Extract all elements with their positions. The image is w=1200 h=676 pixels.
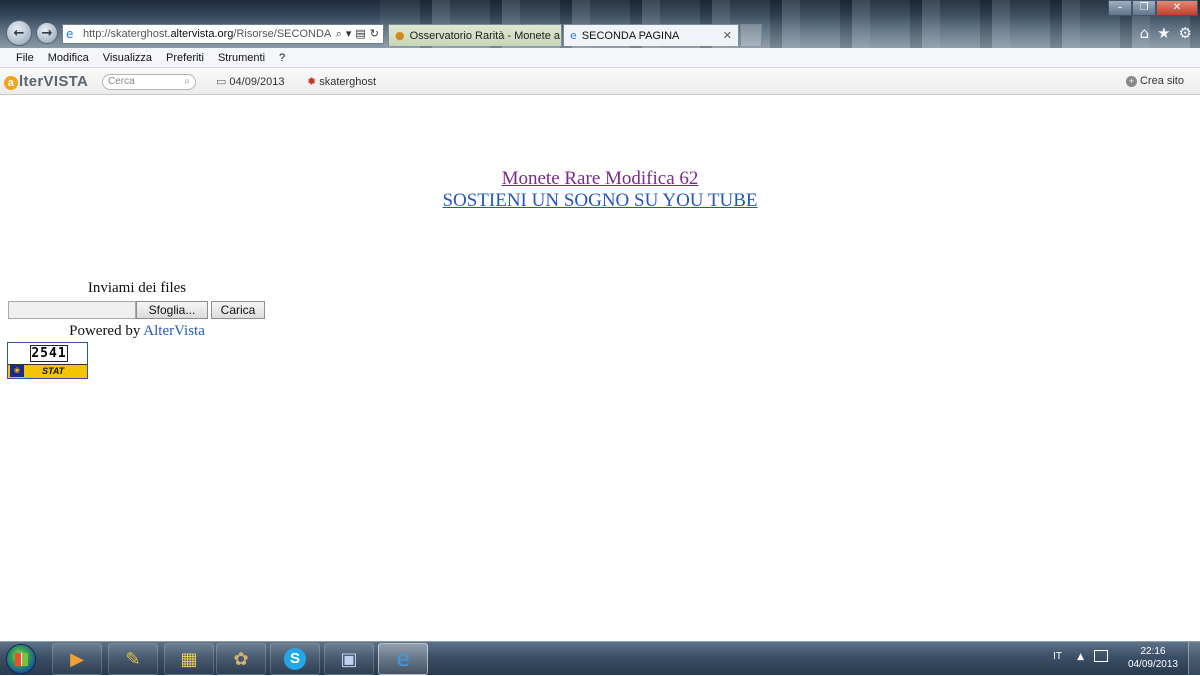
- clock-time: 22:16: [1140, 646, 1166, 657]
- search-placeholder: Cerca: [108, 76, 135, 87]
- menu-item-modifica[interactable]: Modifica: [48, 52, 89, 64]
- menu-bar: File Modifica Visualizza Preferiti Strum…: [0, 48, 1200, 68]
- stat-counter-badge[interactable]: 2541 ❀ STAT: [7, 342, 88, 379]
- window-controls: – ❐ ✕: [1108, 0, 1198, 16]
- skype-taskbar-button[interactable]: S: [270, 643, 320, 675]
- date-text: 04/09/2013: [229, 76, 285, 88]
- language-indicator[interactable]: IT: [1053, 651, 1062, 662]
- page-content: Monete Rare Modifica 62 SOSTIENI UN SOGN…: [0, 96, 1200, 641]
- palette-icon: ✿: [233, 648, 249, 670]
- center-links: Monete Rare Modifica 62 SOSTIENI UN SOGN…: [0, 168, 1200, 212]
- paint-taskbar-button[interactable]: ✎: [108, 643, 158, 675]
- site-favicon-icon: ●: [395, 29, 405, 42]
- upload-title: Inviami dei files: [87, 280, 187, 296]
- internet-explorer-taskbar-button[interactable]: e: [378, 643, 428, 675]
- user-bug-icon: ✹: [307, 75, 317, 88]
- ie-page-icon: e: [570, 29, 577, 42]
- search-icon[interactable]: ⌕: [336, 27, 342, 41]
- file-path-field[interactable]: [8, 301, 136, 319]
- tab-label: SECONDA PAGINA: [581, 29, 680, 42]
- url-suffix: /Risorse/SECONDA: [233, 28, 332, 40]
- tab-osservatorio[interactable]: ● Osservatorio Rarità - Monete a ...: [388, 24, 562, 46]
- ie-page-icon: e: [66, 27, 74, 41]
- browse-button[interactable]: Sfoglia...: [136, 301, 208, 319]
- menu-item-strumenti[interactable]: Strumenti: [218, 52, 265, 64]
- upload-button[interactable]: Carica: [211, 301, 265, 319]
- logo-text: lterVISTA: [19, 73, 89, 90]
- close-tab-icon[interactable]: ✕: [723, 29, 732, 42]
- logo-letter: a: [4, 76, 18, 90]
- create-site-label: Crea sito: [1139, 75, 1184, 87]
- tab-seconda-pagina[interactable]: e SECONDA PAGINA ✕: [563, 24, 739, 46]
- upload-form: Inviami dei files Sfoglia... Carica Powe…: [8, 280, 266, 340]
- browser-command-icons: ⌂ ★ ⚙: [1140, 24, 1192, 42]
- paw-icon: ❀: [10, 365, 24, 377]
- username-text: skaterghost: [319, 76, 377, 88]
- powered-by: Powered by AlterVista: [8, 323, 266, 340]
- plus-icon: +: [1125, 76, 1137, 87]
- paint-brush-icon: ✎: [125, 648, 141, 670]
- game-icon: ▣: [340, 648, 358, 670]
- powered-prefix: Powered by: [69, 323, 144, 339]
- media-player-taskbar-button[interactable]: ▶: [52, 643, 102, 675]
- stat-strip: ❀ STAT: [8, 364, 87, 378]
- stat-label: STAT: [42, 366, 65, 376]
- menu-item-preferiti[interactable]: Preferiti: [166, 52, 204, 64]
- tab-label: Osservatorio Rarità - Monete a ...: [409, 29, 562, 42]
- folder-icon: ▦: [180, 648, 198, 670]
- new-tab-button[interactable]: [740, 24, 762, 46]
- forward-arrow-icon: →: [41, 25, 53, 41]
- url-domain: altervista.org: [170, 28, 234, 40]
- toolbar-date: ▭ 04/09/2013: [216, 75, 284, 88]
- monete-rare-link[interactable]: Monete Rare Modifica 62: [0, 168, 1200, 190]
- youtube-link[interactable]: SOSTIENI UN SOGNO SU YOU TUBE: [0, 190, 1200, 212]
- start-button[interactable]: [6, 644, 36, 674]
- internet-explorer-icon: e: [396, 646, 410, 672]
- back-button[interactable]: ←: [6, 20, 32, 46]
- upload-row: Sfoglia... Carica: [8, 301, 266, 319]
- back-arrow-icon: ←: [13, 25, 25, 41]
- url-prefix: http://skaterghost.: [83, 28, 171, 40]
- altervista-toolbar: a lterVISTA Cerca ⌕ ▭ 04/09/2013 ✹ skatergh…: [0, 68, 1200, 95]
- compatibility-view-icon[interactable]: ▤: [355, 27, 365, 41]
- address-bar[interactable]: e http://skaterghost.altervista.org/Riso…: [62, 24, 384, 44]
- menu-item-help[interactable]: ?: [279, 52, 285, 64]
- clock-date: 04/09/2013: [1127, 659, 1178, 670]
- close-window-button[interactable]: ✕: [1156, 0, 1198, 16]
- windows-taskbar: ▶ ✎ ▦ ✿ S ▣ e IT ▲ 22:16 04/09/2013: [0, 641, 1200, 676]
- paint-palette-taskbar-button[interactable]: ✿: [216, 643, 266, 675]
- home-icon[interactable]: ⌂: [1140, 24, 1150, 42]
- windows-logo-icon: [15, 653, 28, 666]
- network-icon[interactable]: [1094, 650, 1108, 662]
- clock[interactable]: 22:16 04/09/2013: [1128, 645, 1178, 671]
- favorites-star-icon[interactable]: ★: [1157, 24, 1170, 42]
- minimize-button[interactable]: –: [1108, 0, 1132, 16]
- menu-item-file[interactable]: File: [16, 52, 34, 64]
- restore-button[interactable]: ❐: [1132, 0, 1156, 16]
- show-desktop-button[interactable]: [1188, 642, 1200, 676]
- dropdown-icon[interactable]: ▾: [346, 27, 352, 41]
- browser-titlebar: ← → e http://skaterghost.altervista.org/…: [0, 0, 1200, 48]
- calendar-icon: ▭: [216, 75, 227, 88]
- create-site-link[interactable]: + Crea sito: [1125, 75, 1184, 87]
- show-hidden-icons-icon[interactable]: ▲: [1077, 652, 1084, 662]
- toolbar-user[interactable]: ✹ skaterghost: [307, 75, 376, 88]
- search-icon[interactable]: ⌕: [184, 75, 190, 89]
- refresh-icon[interactable]: ↻: [370, 27, 379, 41]
- menu-item-visualizza[interactable]: Visualizza: [103, 52, 152, 64]
- altervista-search-input[interactable]: Cerca ⌕: [102, 74, 196, 90]
- visitor-counter: 2541: [30, 345, 68, 362]
- explorer-taskbar-button[interactable]: ▦: [164, 643, 214, 675]
- game-taskbar-button[interactable]: ▣: [324, 643, 374, 675]
- altervista-link[interactable]: AlterVista: [143, 323, 205, 339]
- forward-button[interactable]: →: [36, 22, 58, 44]
- skype-icon: S: [284, 648, 306, 670]
- media-player-icon: ▶: [70, 648, 84, 670]
- altervista-logo[interactable]: a lterVISTA: [4, 73, 88, 90]
- gear-icon[interactable]: ⚙: [1179, 24, 1192, 42]
- address-url[interactable]: http://skaterghost.altervista.org/Risors…: [83, 28, 332, 40]
